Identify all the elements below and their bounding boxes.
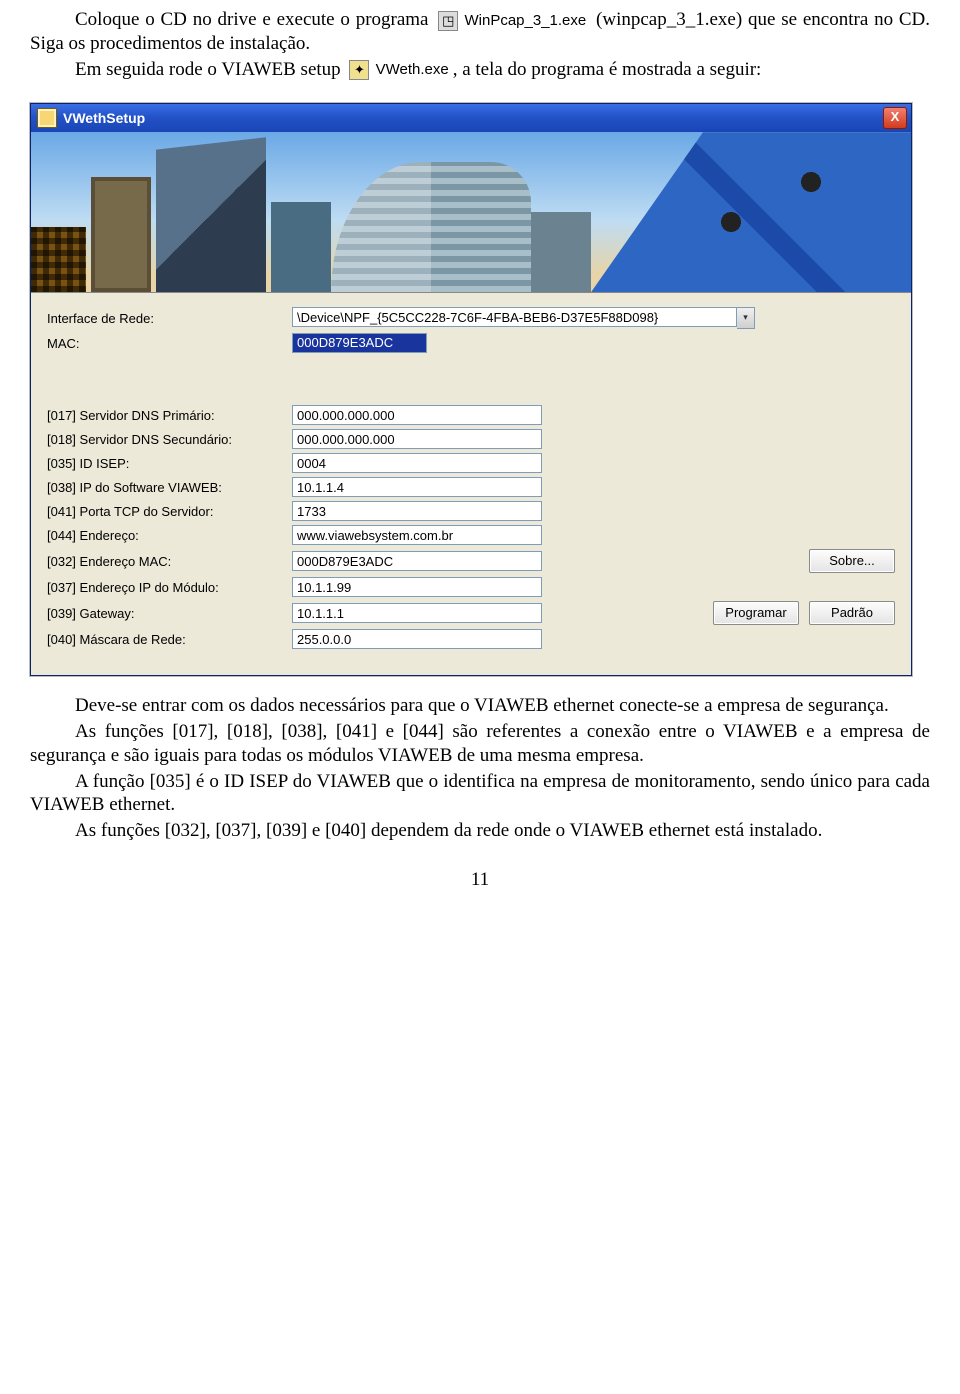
paragraph-3: Deve-se entrar com os dados necessários … (30, 694, 930, 718)
vwethsetup-window: VWethSetup X Interface de Rede: ▾ (30, 103, 912, 676)
row-039: [039] Gateway: Programar Padrão (47, 601, 895, 625)
field-041[interactable] (292, 501, 542, 521)
padrao-button[interactable]: Padrão (809, 601, 895, 625)
field-044[interactable] (292, 525, 542, 545)
label-037: [037] Endereço IP do Módulo: (47, 580, 292, 595)
winpcap-file-icon: ◳ WinPcap_3_1.exe (438, 11, 586, 31)
installer-icon: ◳ (438, 11, 458, 31)
mac-field[interactable]: 000D879E3ADC (292, 333, 427, 353)
paragraph-4: As funções [017], [018], [038], [041] e … (30, 720, 930, 768)
vweth-file-icon: ✦ VWeth.exe (349, 60, 448, 80)
row-018: [018] Servidor DNS Secundário: (47, 429, 895, 449)
titlebar: VWethSetup X (31, 104, 911, 132)
sobre-button[interactable]: Sobre... (809, 549, 895, 573)
row-035: [035] ID ISEP: (47, 453, 895, 473)
paragraph-1: Coloque o CD no drive e execute o progra… (30, 8, 930, 56)
label-032: [032] Endereço MAC: (47, 554, 292, 569)
row-044: [044] Endereço: (47, 525, 895, 545)
label-039: [039] Gateway: (47, 606, 292, 621)
row-037: [037] Endereço IP do Módulo: (47, 577, 895, 597)
programar-button[interactable]: Programar (713, 601, 799, 625)
label-018: [018] Servidor DNS Secundário: (47, 432, 292, 447)
field-038[interactable] (292, 477, 542, 497)
exe-icon: ✦ (349, 60, 369, 80)
label-017: [017] Servidor DNS Primário: (47, 408, 292, 423)
interface-dropdown-button[interactable]: ▾ (737, 307, 755, 329)
field-040[interactable] (292, 629, 542, 649)
field-035[interactable] (292, 453, 542, 473)
field-017[interactable] (292, 405, 542, 425)
label-mac: MAC: (47, 336, 292, 351)
row-017: [017] Servidor DNS Primário: (47, 405, 895, 425)
row-interface: Interface de Rede: ▾ (47, 307, 895, 329)
label-038: [038] IP do Software VIAWEB: (47, 480, 292, 495)
interface-field[interactable] (292, 307, 737, 327)
label-044: [044] Endereço: (47, 528, 292, 543)
close-button[interactable]: X (883, 107, 907, 129)
field-039[interactable] (292, 603, 542, 623)
label-interface: Interface de Rede: (47, 311, 292, 326)
document-page: Coloque o CD no drive e execute o progra… (0, 0, 960, 911)
page-number: 11 (30, 869, 930, 891)
paragraph-2: Em seguida rode o VIAWEB setup ✦ VWeth.e… (30, 58, 930, 82)
label-035: [035] ID ISEP: (47, 456, 292, 471)
field-037[interactable] (292, 577, 542, 597)
row-040: [040] Máscara de Rede: (47, 629, 895, 649)
text: Coloque o CD no drive e execute o progra… (75, 9, 429, 30)
row-038: [038] IP do Software VIAWEB: (47, 477, 895, 497)
text: Em seguida rode o VIAWEB setup (75, 59, 341, 80)
window-title: VWethSetup (63, 110, 883, 126)
paragraph-6: As funções [032], [037], [039] e [040] d… (30, 819, 930, 843)
text: , a tela do programa é mostrada a seguir… (453, 59, 762, 80)
label-040: [040] Máscara de Rede: (47, 632, 292, 647)
field-032[interactable] (292, 551, 542, 571)
form-area: Interface de Rede: ▾ MAC: 000D879E3ADC [… (31, 293, 911, 675)
chevron-down-icon: ▾ (743, 312, 748, 322)
app-icon (37, 108, 57, 128)
field-018[interactable] (292, 429, 542, 449)
row-mac: MAC: 000D879E3ADC (47, 333, 895, 353)
paragraph-5: A função [035] é o ID ISEP do VIAWEB que… (30, 770, 930, 818)
vweth-filename: VWeth.exe (374, 61, 449, 79)
row-032: [032] Endereço MAC: Sobre... (47, 549, 895, 573)
banner-image (31, 132, 911, 293)
row-041: [041] Porta TCP do Servidor: (47, 501, 895, 521)
winpcap-filename: WinPcap_3_1.exe (462, 12, 586, 30)
label-041: [041] Porta TCP do Servidor: (47, 504, 292, 519)
